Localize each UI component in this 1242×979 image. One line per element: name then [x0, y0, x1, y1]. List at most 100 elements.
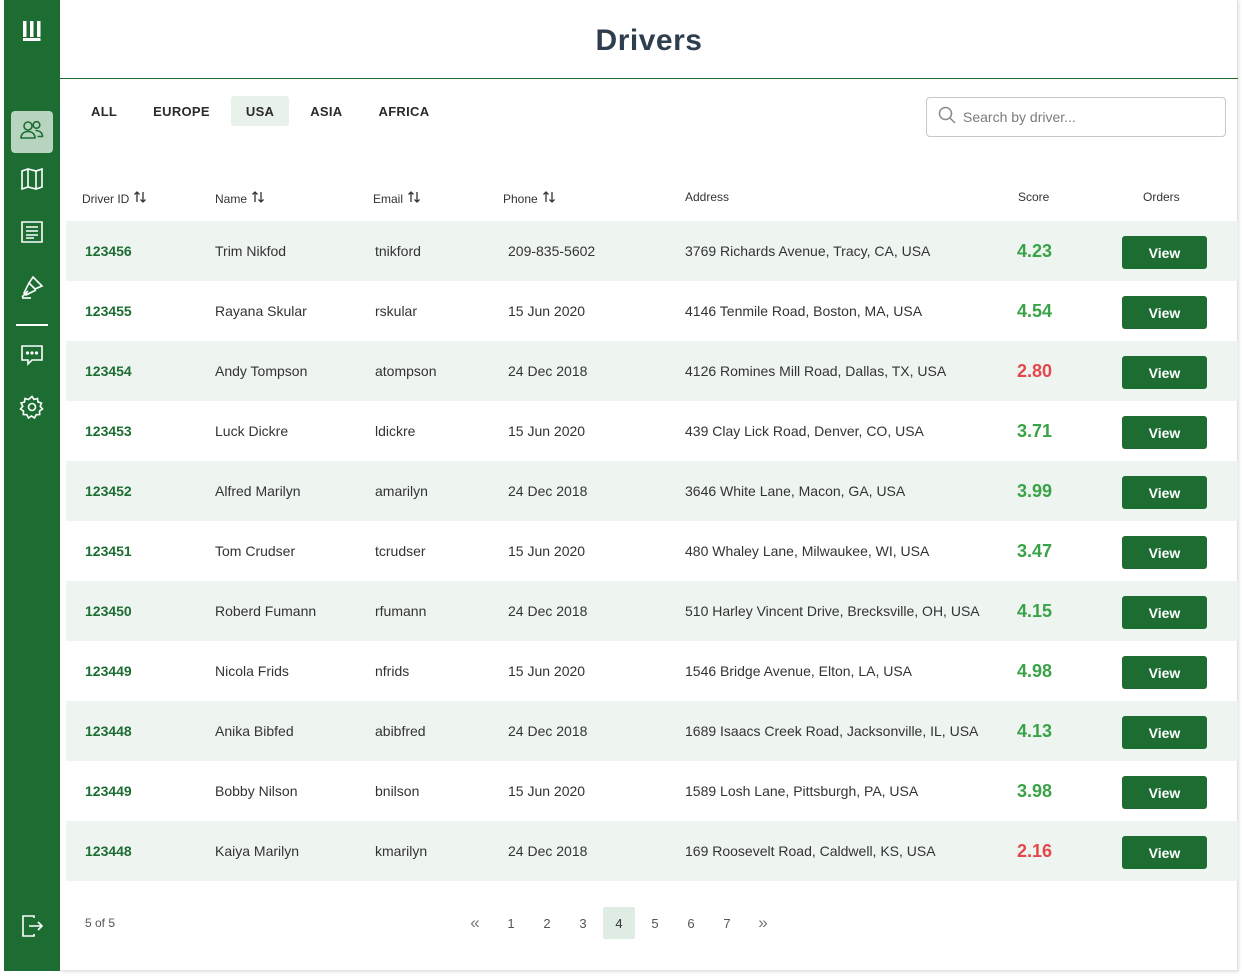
driver-address: 1546 Bridge Avenue, Elton, LA, USA [685, 663, 913, 679]
page-button[interactable]: 5 [639, 907, 671, 939]
driver-phone: 24 Dec 2018 [508, 603, 588, 619]
view-orders-button[interactable]: View [1122, 356, 1207, 389]
drivers-table: 123456 Trim Nikfod tnikford 209-835-5602… [66, 221, 1238, 881]
driver-email: ldickre [375, 423, 416, 439]
page-button[interactable]: 7 [711, 907, 743, 939]
driver-name: Luck Dickre [215, 423, 289, 439]
driver-score: 4.23 [1017, 240, 1053, 261]
settings-icon [19, 394, 45, 425]
driver-name: Bobby Nilson [215, 783, 298, 799]
pagination: « 1 2 3 4 5 6 7 » [459, 907, 783, 939]
driver-address: 1589 Losh Lane, Pittsburgh, PA, USA [685, 783, 919, 799]
last-page-button[interactable]: » [747, 907, 779, 939]
view-orders-button[interactable]: View [1122, 776, 1207, 809]
tab-usa[interactable]: USA [230, 96, 290, 126]
sidebar-item-messages[interactable] [11, 336, 53, 378]
view-orders-button[interactable]: View [1122, 476, 1207, 509]
column-header-address: Address [685, 190, 730, 204]
sidebar-item-design[interactable] [11, 268, 53, 310]
driver-id[interactable]: 123451 [85, 521, 132, 581]
view-orders-button[interactable]: View [1122, 236, 1207, 269]
driver-phone: 15 Jun 2020 [508, 303, 586, 319]
column-header-score: Score [1018, 190, 1050, 204]
view-orders-button[interactable]: View [1122, 836, 1207, 869]
page-info: 5 of 5 [85, 916, 116, 930]
tab-all[interactable]: ALL [76, 96, 132, 126]
column-header-name[interactable]: Name [215, 190, 265, 207]
driver-id[interactable]: 123448 [85, 701, 132, 761]
driver-name: Nicola Frids [215, 663, 289, 679]
view-orders-button[interactable]: View [1122, 656, 1207, 689]
driver-id[interactable]: 123454 [85, 341, 132, 401]
page-button[interactable]: 6 [675, 907, 707, 939]
driver-score: 2.80 [1017, 360, 1053, 381]
driver-id[interactable]: 123453 [85, 401, 132, 461]
sidebar-item-drivers[interactable] [11, 111, 53, 153]
driver-phone: 24 Dec 2018 [508, 723, 588, 739]
driver-score: 3.98 [1017, 780, 1053, 801]
driver-name: Andy Tompson [215, 363, 308, 379]
table-row: 123448 Kaiya Marilyn kmarilyn 24 Dec 201… [66, 821, 1238, 881]
driver-address: 169 Roosevelt Road, Caldwell, KS, USA [685, 843, 936, 859]
page-button-current[interactable]: 4 [603, 907, 635, 939]
logo-icon[interactable] [11, 10, 53, 52]
driver-score: 4.13 [1017, 720, 1053, 741]
driver-name: Anika Bibfed [215, 723, 294, 739]
column-header-driver-id[interactable]: Driver ID [82, 190, 147, 207]
view-orders-button[interactable]: View [1122, 296, 1207, 329]
table-row: 123452 Alfred Marilyn amarilyn 24 Dec 20… [66, 461, 1238, 521]
page-button[interactable]: 3 [567, 907, 599, 939]
table-header: Driver ID Name Email Phone Address Score… [0, 190, 1242, 210]
sidebar-item-settings[interactable] [11, 388, 53, 430]
sort-icon [251, 190, 265, 207]
driver-id[interactable]: 123448 [85, 821, 132, 881]
driver-address: 510 Harley Vincent Drive, Brecksville, O… [685, 603, 980, 619]
page-button[interactable]: 1 [495, 907, 527, 939]
column-header-orders: Orders [1143, 190, 1180, 204]
driver-name: Rayana Skular [215, 303, 307, 319]
sidebar-item-orders[interactable] [11, 213, 53, 255]
view-orders-button[interactable]: View [1122, 596, 1207, 629]
driver-phone: 15 Jun 2020 [508, 783, 586, 799]
driver-id[interactable]: 123449 [85, 761, 132, 821]
driver-name: Alfred Marilyn [215, 483, 301, 499]
column-header-phone[interactable]: Phone [503, 190, 556, 207]
page-button[interactable]: 2 [531, 907, 563, 939]
driver-id[interactable]: 123455 [85, 281, 132, 341]
search-input[interactable] [963, 109, 1203, 125]
pen-tool-icon [19, 274, 45, 305]
driver-id[interactable]: 123449 [85, 641, 132, 701]
driver-id[interactable]: 123456 [85, 221, 132, 281]
driver-score: 4.15 [1017, 600, 1053, 621]
first-page-button[interactable]: « [459, 907, 491, 939]
driver-score: 4.98 [1017, 660, 1053, 681]
tab-europe[interactable]: EUROPE [138, 96, 225, 126]
driver-address: 1689 Isaacs Creek Road, Jacksonville, IL… [685, 723, 979, 739]
sort-icon [407, 190, 421, 207]
table-row: 123456 Trim Nikfod tnikford 209-835-5602… [66, 221, 1238, 281]
table-row: 123451 Tom Crudser tcrudser 15 Jun 2020 … [66, 521, 1238, 581]
driver-score: 2.16 [1017, 840, 1053, 861]
sidebar [4, 0, 60, 971]
region-tabs: ALL EUROPE USA ASIA AFRICA [76, 96, 450, 126]
column-header-email[interactable]: Email [373, 190, 421, 207]
driver-phone: 24 Dec 2018 [508, 843, 588, 859]
driver-email: tnikford [375, 243, 421, 259]
view-orders-button[interactable]: View [1122, 716, 1207, 749]
driver-score: 3.99 [1017, 480, 1053, 501]
driver-phone: 15 Jun 2020 [508, 663, 586, 679]
driver-phone: 15 Jun 2020 [508, 543, 586, 559]
chat-icon [19, 342, 45, 373]
driver-email: rskular [375, 303, 418, 319]
driver-id[interactable]: 123450 [85, 581, 132, 641]
driver-id[interactable]: 123452 [85, 461, 132, 521]
sidebar-item-logout[interactable] [11, 907, 53, 949]
view-orders-button[interactable]: View [1122, 416, 1207, 449]
tab-africa[interactable]: AFRICA [364, 96, 445, 126]
tab-asia[interactable]: ASIA [295, 96, 357, 126]
driver-name: Trim Nikfod [215, 243, 287, 259]
view-orders-button[interactable]: View [1122, 536, 1207, 569]
table-row: 123454 Andy Tompson atompson 24 Dec 2018… [66, 341, 1238, 401]
logout-icon [19, 913, 45, 944]
driver-address: 480 Whaley Lane, Milwaukee, WI, USA [685, 543, 930, 559]
